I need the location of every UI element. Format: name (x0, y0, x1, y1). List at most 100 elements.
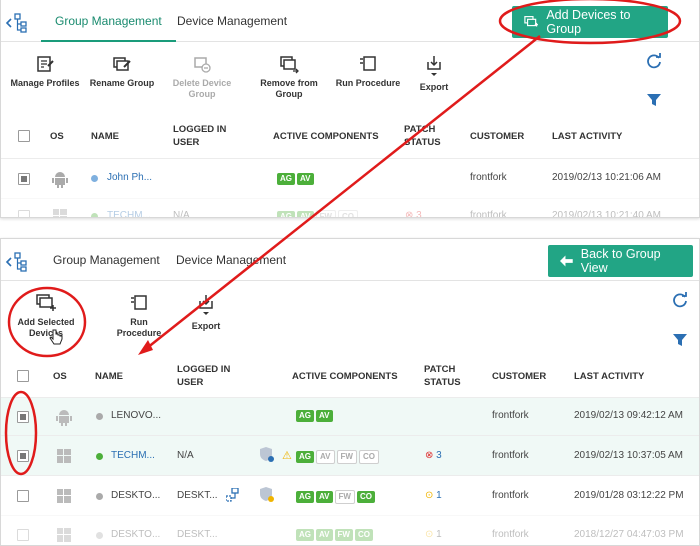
logged-in-user-cell: DESKT... (177, 490, 218, 501)
windows-icon (57, 528, 71, 542)
android-icon (52, 172, 68, 188)
column-customer[interactable]: CUSTOMER (470, 130, 524, 143)
select-all-checkbox[interactable] (18, 130, 30, 142)
component-badge: AG (296, 529, 314, 541)
column-patch-status[interactable]: PATCH STATUS (424, 363, 472, 389)
table-row[interactable]: DESKTO... DESKT... AG AV FW CO ⊙ 1 frontfor… (1, 515, 699, 545)
back-to-group-view-button[interactable]: Back to Group View (548, 245, 693, 277)
component-badge: AV (297, 211, 314, 217)
tab-device-management[interactable]: Device Management (163, 0, 301, 42)
component-badge: CO (354, 529, 373, 541)
column-active-components[interactable]: ACTIVE COMPONENTS (292, 370, 398, 383)
table-row[interactable]: TECHM... N/A ⚠ AG AV FW CO ⊗ 3 frontfork 20… (1, 435, 699, 475)
row-checkbox[interactable] (18, 173, 30, 185)
column-last-activity[interactable]: LAST ACTIVITY (574, 370, 644, 383)
customer-cell: frontfork (492, 410, 529, 421)
column-name[interactable]: NAME (91, 130, 119, 143)
column-name[interactable]: NAME (95, 370, 123, 383)
component-badge: AV (316, 491, 333, 503)
remove-from-group-icon (280, 56, 299, 74)
component-badge: AG (296, 410, 314, 422)
active-components: AG AV FW CO (277, 210, 360, 217)
table-row[interactable]: TECHM... N/A AG AV FW CO ⊗ 3 frontfork 2019… (1, 198, 699, 218)
network-icon (226, 488, 239, 502)
device-name-link[interactable]: John Ph... (107, 172, 152, 183)
column-logged-in-user[interactable]: LOGGED IN USER (177, 363, 237, 389)
active-components: AG AV FW CO (296, 529, 375, 541)
tab-group-management[interactable]: Group Management (39, 239, 174, 281)
select-all-checkbox[interactable] (17, 370, 29, 382)
warning-icon: ⚠ (282, 450, 292, 462)
status-dot (91, 213, 98, 217)
column-os[interactable]: OS (50, 130, 64, 143)
arrow-left-icon (560, 255, 573, 267)
component-badge: AG (296, 451, 314, 463)
back-tree-icon[interactable] (5, 12, 29, 34)
filter-icon[interactable] (673, 333, 687, 347)
row-checkbox[interactable] (17, 450, 29, 462)
component-badge: AV (316, 450, 335, 464)
table-row[interactable]: LENOVO... AG AV frontfork 2019/02/13 09:4… (1, 397, 699, 435)
device-name-link[interactable]: TECHM... (111, 450, 155, 461)
component-badge: AV (297, 173, 314, 185)
run-procedure-button[interactable]: Run Procedure (107, 293, 171, 339)
status-dot (96, 453, 103, 460)
filter-icon[interactable] (647, 93, 661, 107)
patch-warning-icon: ⊙ (425, 490, 434, 501)
patch-error-icon: ⊗ (425, 450, 434, 461)
last-activity-cell: 2019/02/13 10:21:06 AM (552, 172, 661, 183)
rename-group-icon (113, 57, 131, 71)
column-os[interactable]: OS (53, 370, 67, 383)
component-badge: AV (316, 410, 333, 422)
refresh-icon[interactable] (645, 52, 663, 70)
active-components: AG AV (296, 410, 335, 422)
column-last-activity[interactable]: LAST ACTIVITY (552, 130, 622, 143)
component-badge: AG (277, 211, 295, 217)
android-icon (56, 410, 72, 426)
component-badge: CO (337, 210, 358, 217)
status-dot (96, 532, 103, 539)
add-devices-to-group-button[interactable]: Add Devices to Group (512, 6, 668, 38)
run-procedure-icon (360, 56, 376, 71)
customer-cell: frontfork (492, 529, 529, 540)
device-name-cell[interactable]: DESKTO... (111, 529, 160, 540)
tab-device-management[interactable]: Device Management (162, 239, 300, 281)
tab-group-management[interactable]: Group Management (41, 0, 176, 42)
column-logged-in-user[interactable]: LOGGED IN USER (173, 123, 233, 149)
manage-profiles-icon (37, 56, 54, 72)
add-selected-devices-button[interactable]: Add Selected Devices (13, 293, 79, 339)
row-checkbox[interactable] (17, 529, 29, 541)
customer-cell: frontfork (470, 210, 507, 218)
row-checkbox[interactable] (17, 490, 29, 502)
export-button[interactable]: Export (409, 54, 459, 93)
back-to-group-view-label: Back to Group View (580, 247, 661, 275)
column-customer[interactable]: CUSTOMER (492, 370, 546, 383)
windows-icon (57, 449, 71, 463)
refresh-icon[interactable] (671, 291, 689, 309)
table-row[interactable]: John Ph... AG AV frontfork 2019/02/13 10:… (1, 158, 699, 198)
column-active-components[interactable]: ACTIVE COMPONENTS (273, 130, 379, 143)
device-name-link[interactable]: TECHM... (107, 210, 151, 217)
last-activity-cell: 2018/12/27 04:47:03 PM (574, 529, 684, 540)
device-name-cell[interactable]: DESKTO... (111, 490, 160, 501)
device-name-cell[interactable]: LENOVO... (111, 410, 161, 421)
last-activity-cell: 2019/01/28 03:12:22 PM (574, 490, 684, 501)
column-patch-status[interactable]: PATCH STATUS (404, 123, 452, 149)
rename-group-button[interactable]: Rename Group (87, 54, 157, 89)
customer-cell: frontfork (492, 490, 529, 501)
windows-icon (53, 209, 67, 217)
back-tree-icon[interactable] (5, 251, 29, 273)
row-checkbox[interactable] (17, 411, 29, 423)
run-procedure-button[interactable]: Run Procedure (335, 54, 401, 89)
export-icon (199, 295, 213, 315)
patch-status-cell: ⊙ 1 (425, 490, 442, 501)
remove-from-group-button[interactable]: Remove from Group (253, 54, 325, 100)
customer-cell: frontfork (470, 172, 507, 183)
manage-profiles-button[interactable]: Manage Profiles (9, 54, 81, 89)
table-row[interactable]: DESKTO... DESKT... AG AV FW CO ⊙ 1 frontfor… (1, 475, 699, 515)
row-checkbox[interactable] (18, 210, 30, 217)
delete-device-group-button[interactable]: Delete Device Group (164, 54, 240, 100)
export-button[interactable]: Export (181, 293, 231, 332)
shield-icon (260, 487, 274, 502)
logged-in-user-cell: N/A (177, 450, 194, 461)
